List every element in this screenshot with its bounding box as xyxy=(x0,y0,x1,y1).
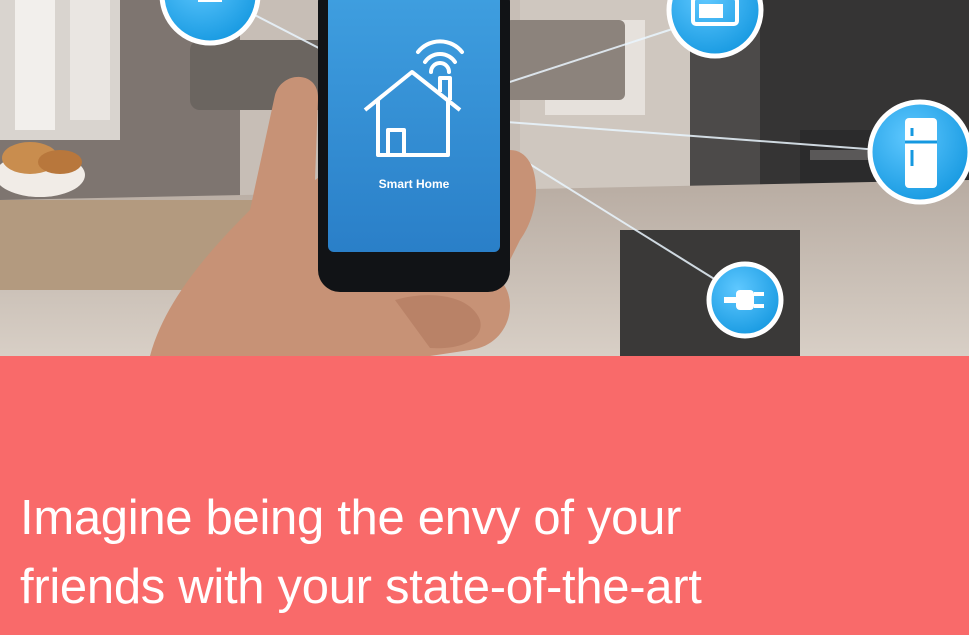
phone-screen xyxy=(328,0,500,252)
refrigerator-icon xyxy=(867,99,969,205)
headline: Imagine being the envy of your friends w… xyxy=(20,484,950,622)
hero-image: Smart Home xyxy=(0,0,969,356)
headline-line-1: Imagine being the envy of your xyxy=(20,491,682,545)
ad-banner: Smart Home Imagine being the envy of you… xyxy=(0,0,969,635)
phone-screen-label: Smart Home xyxy=(379,177,450,191)
text-panel: Imagine being the envy of your friends w… xyxy=(0,356,969,635)
power-plug-icon xyxy=(706,261,784,339)
headline-line-2: friends with your state-of-the-art xyxy=(20,560,702,614)
smart-home-scene: Smart Home xyxy=(0,0,969,356)
